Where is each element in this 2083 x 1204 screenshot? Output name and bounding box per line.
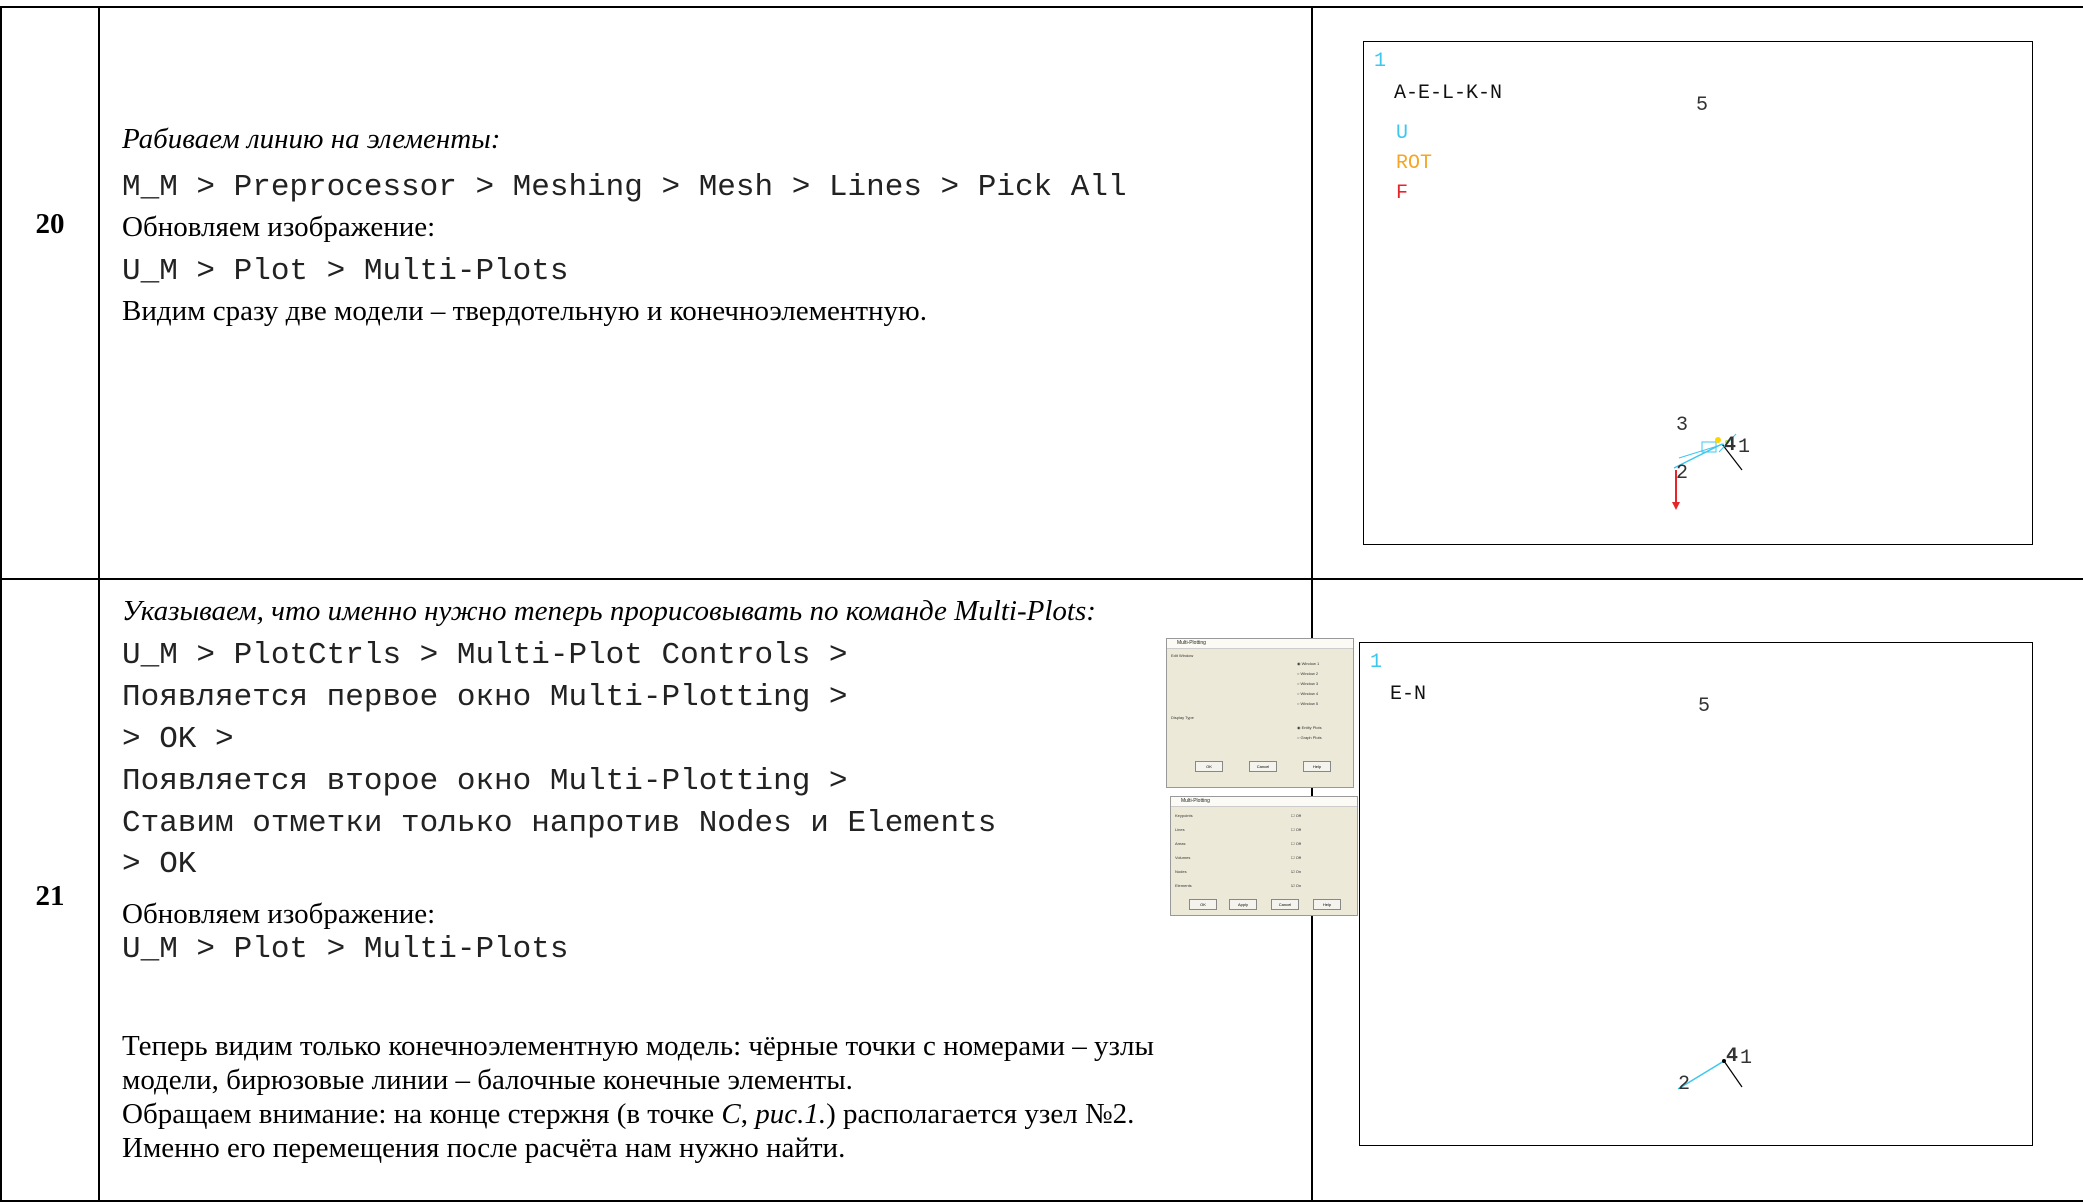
dialog-2-row-areas: Areas: [1175, 841, 1185, 846]
step-20-number: 20: [35, 208, 65, 240]
note-3-figure-ref: рис.1.: [755, 1098, 827, 1130]
dialog-2-row-volumes: Volumes: [1175, 855, 1190, 860]
dialog-1-section-display-type: Display Type: [1171, 715, 1194, 720]
dialog-1-cancel-button[interactable]: Cancel: [1249, 761, 1277, 772]
step-21-refresh-label: Обновляем изображение:: [122, 898, 436, 930]
step-21-note-3: Обращаем внимание: на конце стержня (в т…: [122, 1098, 1134, 1131]
step-20-keypoint-3: 3: [1676, 414, 1689, 437]
step-21-model-graphic: [1677, 1059, 1743, 1090]
dialog-2-row-value: Off: [1295, 841, 1301, 846]
dialog-2-row-value: On: [1295, 869, 1302, 874]
step-21-note-1: Теперь видим только конечноэлементную мо…: [122, 1030, 1154, 1062]
step-21-node-1: 1: [1740, 1047, 1753, 1070]
dialog-2-apply-button[interactable]: Apply: [1229, 899, 1257, 910]
dialog-1-section-edit-window: Edit Window: [1171, 653, 1194, 658]
step-20-plot-title: A-E-L-K-N: [1394, 82, 1503, 105]
step-21-command-line-6: > OK: [122, 847, 197, 882]
step-21-note-4: Именно его перемещения после расчёта нам…: [122, 1132, 846, 1164]
dialog-2-row-elements: Elements: [1175, 883, 1192, 888]
step-20-model-graphic: [1672, 433, 1743, 510]
step-20-figure-cell: 1 A-E-L-K-N U ROT F 5 3 2 4 1: [1311, 6, 2083, 580]
dialog-2-check-volumes[interactable]: ☐ Off: [1291, 855, 1301, 860]
dialog-2-row-value: On: [1295, 883, 1302, 888]
step-20-note: Видим сразу две модели – твердотельную и…: [122, 295, 927, 327]
step-21-window-number: 1: [1370, 651, 1383, 674]
step-20-heading: Рабиваем линию на элементы:: [122, 123, 501, 155]
step-20-text-cell: Рабиваем линию на элементы: M_M > Prepro…: [98, 6, 1313, 580]
dialog-2-row-label: Volumes: [1175, 855, 1191, 860]
step-20-window-number: 1: [1374, 50, 1387, 73]
step-20-legend-rot: ROT: [1396, 152, 1433, 175]
dialog-2-row-value: Off: [1295, 813, 1301, 818]
note-3-part-b: ,: [740, 1098, 756, 1130]
step-21-plot-command: U_M > Plot > Multi-Plots: [122, 932, 569, 967]
note-3-part-d: ) располагается узел №2.: [826, 1098, 1135, 1130]
note-3-part-a: Обращаем внимание: на конце стержня (в т…: [122, 1098, 722, 1130]
step-20-ansys-plot: 1 A-E-L-K-N U ROT F 5 3 2 4 1: [1363, 41, 2033, 545]
dialog-2-row-label: Keypoints: [1175, 813, 1193, 818]
step-21-command-line-1: U_M > PlotCtrls > Multi-Plot Controls >: [122, 638, 848, 673]
dialog-2-row-keypoints: Keypoints: [1175, 813, 1193, 818]
dialog-2-row-label: Nodes: [1175, 869, 1187, 874]
step-21-command-line-5: Ставим отметки только напротив Nodes и E…: [122, 806, 997, 841]
step-20-mesh-command: M_M > Preprocessor > Meshing > Mesh > Li…: [122, 170, 1127, 205]
dialog-2-check-lines[interactable]: ☐ Off: [1291, 827, 1301, 832]
dialog-2-check-areas[interactable]: ☐ Off: [1291, 841, 1301, 846]
dialog-2-row-label: Elements: [1175, 883, 1192, 888]
step-21-figure-cell: 1 E-N 5 2 4 1: [1311, 578, 2083, 1202]
dialog-2-cancel-button[interactable]: Cancel: [1271, 899, 1299, 910]
step-21-note-2: модели, бирюзовые линии – балочные конеч…: [122, 1064, 853, 1096]
dialog-2-ok-button[interactable]: OK: [1189, 899, 1217, 910]
step-20-legend-f: F: [1396, 182, 1409, 205]
step-21-node-4: 4: [1726, 1045, 1739, 1068]
dialog-2-row-label: Areas: [1175, 841, 1186, 846]
dialog-1-ok-button[interactable]: OK: [1195, 761, 1223, 772]
step-21-command-line-4: Появляется второе окно Multi-Plotting >: [122, 764, 848, 799]
step-21-plot-title: E-N: [1390, 683, 1427, 706]
dialog-2-check-keypoints[interactable]: ☐ Off: [1291, 813, 1301, 818]
step-21-row: 21 Указываем, что именно нужно теперь пр…: [0, 578, 2083, 1202]
step-20-legend-u: U: [1396, 122, 1409, 145]
step-20-refresh-label: Обновляем изображение:: [122, 211, 436, 243]
step-20-keypoint-5: 5: [1696, 94, 1709, 117]
step-21-node-5: 5: [1698, 695, 1711, 718]
dialog-2-row-nodes: Nodes: [1175, 869, 1187, 874]
note-3-point-c: C: [721, 1098, 741, 1130]
step-21-number: 21: [35, 880, 65, 912]
step-20-keypoint-4: 4: [1724, 434, 1737, 457]
dialog-2-row-value: Off: [1295, 855, 1301, 860]
step-21-text-cell: Указываем, что именно нужно теперь прори…: [98, 578, 1358, 1202]
step-20-keypoint-2: 2: [1676, 462, 1689, 485]
dialog-2-check-nodes[interactable]: ☑ On: [1291, 869, 1301, 874]
step-21-node-2: 2: [1678, 1073, 1691, 1096]
dialog-2-check-elements[interactable]: ☑ On: [1291, 883, 1301, 888]
step-21-number-cell: 21: [0, 578, 100, 1202]
dialog-2-row-lines: Lines: [1175, 827, 1185, 832]
dialog-2-row-label: Lines: [1175, 827, 1185, 832]
dialog-2-row-value: Off: [1295, 827, 1301, 832]
step-21-command-line-3: > OK >: [122, 722, 234, 757]
step-20-keypoint-1: 1: [1738, 436, 1751, 459]
step-20-number-cell: 20: [0, 6, 100, 580]
step-20-plot-command: U_M > Plot > Multi-Plots: [122, 254, 569, 289]
steps-table: 20 Рабиваем линию на элементы: M_M > Pre…: [0, 6, 2083, 1202]
step-21-ansys-plot: 1 E-N 5 2 4 1: [1359, 642, 2033, 1146]
step-21-command-line-2: Появляется первое окно Multi-Plotting >: [122, 680, 848, 715]
step-20-row: 20 Рабиваем линию на элементы: M_M > Pre…: [0, 6, 2083, 580]
step-21-heading: Указываем, что именно нужно теперь прори…: [122, 595, 1096, 627]
